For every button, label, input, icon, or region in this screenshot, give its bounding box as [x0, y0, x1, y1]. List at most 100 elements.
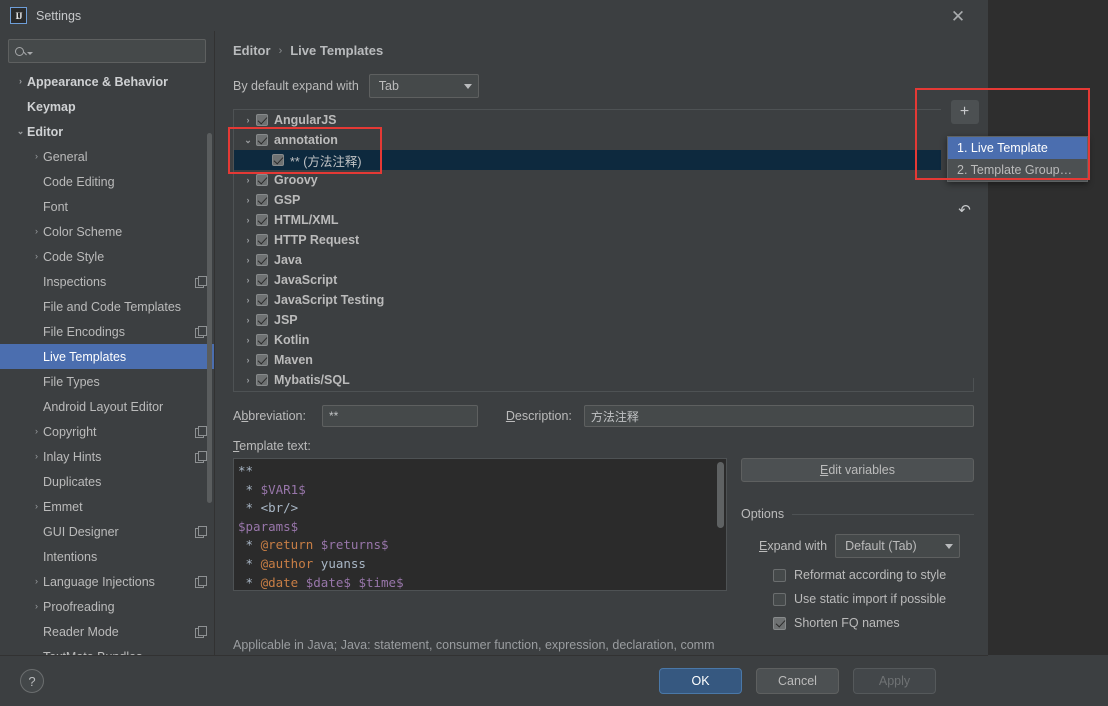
- chevron-right-icon[interactable]: ›: [14, 77, 27, 86]
- default-expand-select[interactable]: Tab: [368, 74, 479, 98]
- chevron-right-icon[interactable]: ›: [30, 152, 43, 161]
- chevron-right-icon[interactable]: ›: [240, 255, 256, 265]
- sidebar-item-live-templates[interactable]: Live Templates: [0, 344, 214, 369]
- sidebar-item-language-injections[interactable]: › Language Injections: [0, 569, 214, 594]
- chevron-right-icon[interactable]: ›: [30, 577, 43, 586]
- sidebar-scrollbar[interactable]: [207, 71, 212, 653]
- template-tree-row[interactable]: › Groovy: [234, 170, 973, 190]
- sidebar-item-copyright[interactable]: › Copyright: [0, 419, 214, 444]
- chevron-right-icon[interactable]: ›: [240, 195, 256, 205]
- abbreviation-input[interactable]: **: [321, 405, 478, 427]
- chevron-right-icon[interactable]: ›: [30, 602, 43, 611]
- sidebar-item-appearance-behavior[interactable]: › Appearance & Behavior: [0, 69, 214, 94]
- template-tree-row[interactable]: › Java: [234, 250, 973, 270]
- template-checkbox[interactable]: [256, 134, 268, 146]
- templates-tree-list[interactable]: › AngularJS ⌄ annotation ** (方法注释) › Groovy › GS…: [234, 110, 973, 390]
- sidebar-item-color-scheme[interactable]: › Color Scheme: [0, 219, 214, 244]
- search-dropdown-icon[interactable]: [27, 51, 33, 55]
- sidebar-item-reader-mode[interactable]: Reader Mode: [0, 619, 214, 644]
- template-checkbox[interactable]: [256, 194, 268, 206]
- add-template-popup-menu[interactable]: 1. Live Template 2. Template Group…: [947, 136, 1088, 182]
- description-input[interactable]: 方法注释: [583, 405, 974, 427]
- option-checkbox-row[interactable]: Use static import if possible: [741, 592, 974, 606]
- ok-button[interactable]: OK: [659, 668, 742, 694]
- template-checkbox[interactable]: [256, 254, 268, 266]
- popup-menu-item[interactable]: 2. Template Group…: [948, 159, 1087, 181]
- template-tree-row[interactable]: ⌄ annotation: [234, 130, 973, 150]
- chevron-right-icon[interactable]: ›: [240, 315, 256, 325]
- popup-menu-item[interactable]: 1. Live Template: [948, 137, 1087, 159]
- sidebar-item-code-editing[interactable]: Code Editing: [0, 169, 214, 194]
- sidebar-item-emmet[interactable]: › Emmet: [0, 494, 214, 519]
- template-text-editor[interactable]: ** * $VAR1$ * <br/> $params$ * @return $r…: [233, 458, 727, 591]
- template-checkbox[interactable]: [256, 114, 268, 126]
- template-code[interactable]: ** * $VAR1$ * <br/> $params$ * @return $r…: [234, 459, 726, 590]
- template-checkbox[interactable]: [256, 274, 268, 286]
- search-input[interactable]: [38, 44, 199, 58]
- search-box[interactable]: [8, 39, 206, 63]
- templates-tree-panel[interactable]: › AngularJS ⌄ annotation ** (方法注释) › Groovy › GS…: [233, 109, 974, 392]
- template-checkbox[interactable]: [256, 374, 268, 386]
- sidebar-item-general[interactable]: › General: [0, 144, 214, 169]
- option-checkbox-row[interactable]: Shorten FQ names: [741, 616, 974, 630]
- template-checkbox[interactable]: [256, 214, 268, 226]
- sidebar-item-duplicates[interactable]: Duplicates: [0, 469, 214, 494]
- sidebar-item-font[interactable]: Font: [0, 194, 214, 219]
- template-tree-row[interactable]: ** (方法注释): [234, 150, 973, 170]
- template-tree-row[interactable]: › HTML/XML: [234, 210, 973, 230]
- template-tree-row[interactable]: › JavaScript: [234, 270, 973, 290]
- chevron-right-icon[interactable]: ›: [240, 175, 256, 185]
- chevron-right-icon[interactable]: ›: [30, 227, 43, 236]
- chevron-right-icon[interactable]: ›: [30, 427, 43, 436]
- chevron-right-icon[interactable]: ›: [240, 335, 256, 345]
- sidebar-item-inlay-hints[interactable]: › Inlay Hints: [0, 444, 214, 469]
- template-tree-row[interactable]: › Mybatis/SQL: [234, 370, 973, 390]
- sidebar-item-android-layout-editor[interactable]: Android Layout Editor: [0, 394, 214, 419]
- chevron-right-icon[interactable]: ›: [30, 252, 43, 261]
- chevron-right-icon[interactable]: ›: [30, 452, 43, 461]
- expand-with-select[interactable]: Default (Tab): [835, 534, 961, 558]
- template-tree-row[interactable]: › HTTP Request: [234, 230, 973, 250]
- help-button[interactable]: ?: [20, 669, 44, 693]
- sidebar-item-proofreading[interactable]: › Proofreading: [0, 594, 214, 619]
- template-tree-row[interactable]: › JavaScript Testing: [234, 290, 973, 310]
- close-icon[interactable]: ✕: [946, 4, 970, 28]
- template-checkbox[interactable]: [256, 334, 268, 346]
- cancel-button[interactable]: Cancel: [756, 668, 839, 694]
- sidebar-item-editor[interactable]: ⌄ Editor: [0, 119, 214, 144]
- template-tree-row[interactable]: › GSP: [234, 190, 973, 210]
- sidebar-item-file-types[interactable]: File Types: [0, 369, 214, 394]
- checkbox-use-static-import-if-possible[interactable]: [773, 592, 786, 606]
- editor-scrollbar-thumb[interactable]: [717, 462, 724, 528]
- sidebar-item-keymap[interactable]: Keymap: [0, 94, 214, 119]
- template-tree-row[interactable]: › JSP: [234, 310, 973, 330]
- sidebar-scrollbar-thumb[interactable]: [207, 133, 212, 503]
- checkbox-reformat-according-to-style[interactable]: [773, 568, 786, 582]
- chevron-right-icon[interactable]: ›: [240, 355, 256, 365]
- edit-variables-button[interactable]: Edit variables: [741, 458, 974, 482]
- checkbox-shorten-fq-names[interactable]: [773, 616, 786, 630]
- sidebar-item-file-encodings[interactable]: File Encodings: [0, 319, 214, 344]
- add-template-button[interactable]: +: [950, 100, 979, 124]
- chevron-right-icon[interactable]: ›: [240, 115, 256, 125]
- chevron-down-icon[interactable]: ⌄: [14, 127, 27, 136]
- breadcrumb-parent[interactable]: Editor: [233, 43, 271, 58]
- sidebar-item-gui-designer[interactable]: GUI Designer: [0, 519, 214, 544]
- chevron-right-icon[interactable]: ›: [240, 295, 256, 305]
- editor-scrollbar[interactable]: [716, 460, 725, 589]
- template-tree-row[interactable]: › Maven: [234, 350, 973, 370]
- template-checkbox[interactable]: [256, 354, 268, 366]
- template-checkbox[interactable]: [272, 154, 284, 166]
- chevron-down-icon[interactable]: ⌄: [240, 135, 256, 146]
- template-tree-row[interactable]: › Kotlin: [234, 330, 973, 350]
- chevron-right-icon[interactable]: ›: [240, 215, 256, 225]
- sidebar-item-inspections[interactable]: Inspections: [0, 269, 214, 294]
- template-checkbox[interactable]: [256, 294, 268, 306]
- chevron-right-icon[interactable]: ›: [30, 502, 43, 511]
- sidebar-item-intentions[interactable]: Intentions: [0, 544, 214, 569]
- template-checkbox[interactable]: [256, 234, 268, 246]
- sidebar-item-code-style[interactable]: › Code Style: [0, 244, 214, 269]
- sidebar-item-textmate-bundles[interactable]: TextMate Bundles: [0, 644, 214, 656]
- sidebar-item-file-and-code-templates[interactable]: File and Code Templates: [0, 294, 214, 319]
- option-checkbox-row[interactable]: Reformat according to style: [741, 568, 974, 582]
